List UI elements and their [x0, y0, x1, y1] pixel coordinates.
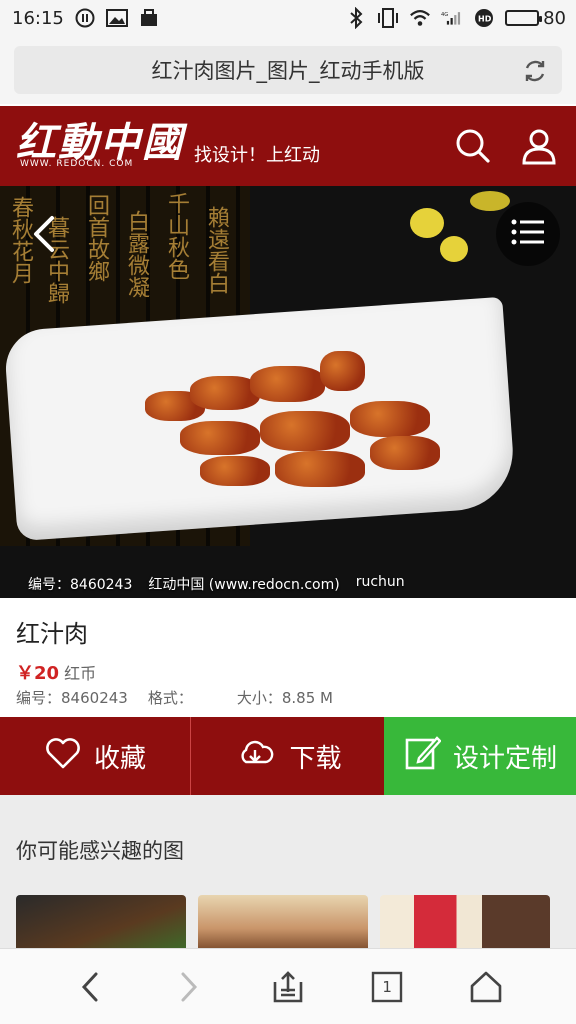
favorite-button[interactable]: 收藏	[0, 717, 191, 795]
download-label: 下载	[289, 743, 342, 774]
food	[250, 366, 325, 402]
favorite-label: 收藏	[93, 743, 146, 774]
calligraphy-column: 白露微凝	[124, 210, 149, 298]
page-title-field[interactable]: 红汁肉图片_图片_红动手机版	[14, 46, 562, 94]
format-field: 格式：	[148, 687, 193, 708]
related-thumbnails	[16, 895, 550, 951]
related-thumbnail[interactable]	[380, 895, 550, 951]
vibrate-icon	[377, 7, 399, 29]
site-header: 红動中國 WWW. REDOCN. COM 找设计！上红动	[0, 106, 576, 186]
design-custom-button[interactable]: 设计定制	[384, 717, 576, 795]
signal-icon: 4G	[441, 7, 463, 29]
tabs-count: 1	[382, 977, 392, 996]
browser-toolbar: 1	[0, 948, 576, 1024]
food	[200, 456, 270, 486]
site-logo[interactable]: 红動中國 WWW. REDOCN. COM	[16, 119, 184, 170]
pause-icon	[74, 7, 96, 29]
status-time: 16:15	[12, 7, 64, 29]
flower	[410, 208, 444, 238]
id-value: 8460243	[61, 689, 128, 707]
related-title: 你可能感兴趣的图	[16, 839, 184, 863]
page-title: 红汁肉图片_图片_红动手机版	[151, 59, 425, 83]
download-button[interactable]: 下载	[191, 717, 384, 795]
battery-percent: 80	[543, 7, 566, 29]
refresh-icon[interactable]	[522, 58, 548, 84]
watermark-id: 编号：8460243	[28, 577, 133, 593]
calligraphy-column: 千山秋色	[164, 192, 189, 280]
back-icon[interactable]	[70, 967, 110, 1007]
price-unit: 红币	[64, 664, 97, 683]
image-icon	[105, 7, 128, 29]
logo-text: 红動中國	[16, 119, 184, 166]
product-info: 红汁肉 ￥20 红币 编号：8460243 格式： 大小：8.85 M	[0, 598, 576, 718]
list-menu-icon	[511, 218, 545, 250]
tabs-button[interactable]: 1	[367, 967, 407, 1007]
flower	[470, 191, 510, 211]
product-meta: 编号：8460243 格式： 大小：8.85 M	[16, 687, 560, 708]
price-symbol: ￥	[16, 663, 34, 684]
product-image: 春秋花月 暮云中歸 回首故鄉 白露微凝 千山秋色 賴遠看白 编号：8460243…	[0, 186, 576, 598]
food	[275, 451, 365, 487]
food	[260, 411, 350, 451]
watermark-site: 红动中国 (www.redocn.com)	[148, 577, 340, 593]
size-label: 大小：	[236, 689, 282, 707]
related-thumbnail[interactable]	[198, 895, 368, 951]
price-line: ￥20 红币	[16, 659, 560, 685]
calligraphy-column: 賴遠看白	[204, 206, 229, 294]
address-bar: 红汁肉图片_图片_红动手机版	[0, 36, 576, 104]
related-section: 你可能感兴趣的图	[0, 795, 576, 951]
forward-icon[interactable]	[169, 967, 209, 1007]
search-icon[interactable]	[454, 127, 492, 165]
cloud-download-icon	[233, 734, 277, 779]
size-field: 大小：8.85 M	[237, 687, 333, 708]
action-bar: 收藏 下载 设计定制	[0, 717, 576, 795]
user-icon[interactable]	[520, 127, 558, 165]
svg-text:HD: HD	[478, 15, 492, 24]
price-value: 20	[34, 663, 60, 684]
logo-url: WWW. REDOCN. COM	[20, 159, 134, 169]
hd-icon: HD	[473, 7, 495, 29]
svg-text:4G: 4G	[441, 12, 448, 18]
heart-icon	[44, 734, 82, 779]
watermark-author: ruchun	[355, 574, 405, 590]
share-icon[interactable]	[268, 967, 308, 1007]
battery-icon	[505, 10, 543, 26]
size-value: 8.85 M	[281, 689, 333, 707]
back-arrow-icon[interactable]	[28, 214, 62, 254]
product-title: 红汁肉	[16, 620, 88, 648]
related-thumbnail[interactable]	[16, 895, 186, 951]
id-label: 编号：	[16, 689, 62, 707]
id-field: 编号：8460243	[16, 687, 128, 708]
bluetooth-icon	[345, 7, 367, 29]
slogan: 找设计！上红动	[194, 145, 320, 166]
home-icon[interactable]	[466, 967, 506, 1007]
status-bar: 16:15 4G HD 80	[0, 0, 576, 36]
edit-icon	[403, 734, 442, 779]
design-label: 设计定制	[452, 743, 557, 774]
image-watermark: 编号：8460243 红动中国 (www.redocn.com) ruchun	[28, 574, 405, 594]
food	[350, 401, 430, 437]
list-menu-button[interactable]	[496, 202, 560, 266]
food	[370, 436, 440, 470]
plate	[3, 296, 517, 542]
format-label: 格式：	[147, 689, 193, 707]
calligraphy-column: 回首故鄉	[84, 194, 109, 282]
wifi-icon	[409, 7, 431, 29]
flower	[440, 236, 468, 262]
battery-indicator: 80	[505, 8, 566, 29]
bag-icon	[138, 7, 160, 29]
food	[180, 421, 260, 455]
food	[320, 351, 365, 391]
